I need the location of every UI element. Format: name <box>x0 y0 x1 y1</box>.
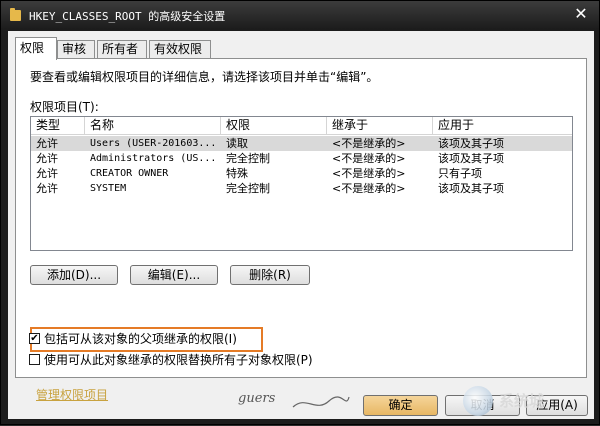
signature-mark: guers <box>238 391 276 406</box>
cell-applies-to: 该项及其子项 <box>438 137 504 150</box>
folder-icon <box>10 8 21 21</box>
watermark-text: 系统城 <box>499 392 545 410</box>
tab-panel: 要查看或编辑权限项目的详细信息，请选择该项目并单击“编辑”。 权限项目(T): … <box>15 58 587 402</box>
table-row[interactable]: 允许 Users (USER-201603... 读取 <不是继承的> 该项及其… <box>31 136 572 151</box>
cell-type: 允许 <box>36 137 58 150</box>
cell-type: 允许 <box>36 167 58 180</box>
instruction-text: 要查看或编辑权限项目的详细信息，请选择该项目并单击“编辑”。 <box>30 70 379 84</box>
column-header-type[interactable]: 类型 <box>31 117 85 135</box>
cell-name: Administrators (US... <box>90 153 217 164</box>
permission-list-label: 权限项目(T): <box>30 100 99 114</box>
title-bar[interactable]: HKEY_CLASSES_ROOT 的高级安全设置 ✕ <box>1 1 600 31</box>
tab-owner[interactable]: 所有者 <box>97 40 147 59</box>
checkbox-unchecked[interactable] <box>29 354 40 365</box>
cell-inherited-from: <不是继承的> <box>332 152 406 165</box>
list-header: 类型 名称 权限 继承于 应用于 <box>31 117 572 135</box>
column-header-permission[interactable]: 权限 <box>221 117 327 135</box>
delete-button[interactable]: 删除(R) <box>230 265 310 285</box>
cell-applies-to: 该项及其子项 <box>438 152 504 165</box>
tab-permissions[interactable]: 权限 <box>15 37 57 60</box>
close-button[interactable]: ✕ <box>568 4 594 24</box>
ok-button[interactable]: 确定 <box>363 395 438 416</box>
column-header-applies-to[interactable]: 应用于 <box>433 117 572 135</box>
permission-entries-list[interactable]: 类型 名称 权限 继承于 应用于 允许 Users (USER-201603..… <box>30 116 573 251</box>
dialog-window: HKEY_CLASSES_ROOT 的高级安全设置 ✕ 权限 审核 所有者 有效… <box>0 0 600 425</box>
cell-applies-to: 只有子项 <box>438 167 482 180</box>
cell-type: 允许 <box>36 182 58 195</box>
column-header-inherited-from[interactable]: 继承于 <box>327 117 433 135</box>
table-row[interactable]: 允许 CREATOR OWNER 特殊 <不是继承的> 只有子项 <box>31 166 572 181</box>
table-row[interactable]: 允许 SYSTEM 完全控制 <不是继承的> 该项及其子项 <box>31 181 572 196</box>
tab-effective-permissions[interactable]: 有效权限 <box>149 40 211 59</box>
cell-name: CREATOR OWNER <box>90 168 169 179</box>
table-row[interactable]: 允许 Administrators (US... 完全控制 <不是继承的> 该项… <box>31 151 572 166</box>
window-title: HKEY_CLASSES_ROOT 的高级安全设置 <box>29 10 226 23</box>
cell-permission: 特殊 <box>226 167 248 180</box>
add-button[interactable]: 添加(D)... <box>30 265 118 285</box>
signature-swoosh <box>292 396 350 408</box>
cell-inherited-from: <不是继承的> <box>332 167 406 180</box>
cell-permission: 完全控制 <box>226 152 270 165</box>
checkbox-checked[interactable]: ✔ <box>29 333 40 344</box>
tab-auditing[interactable]: 审核 <box>57 40 95 59</box>
cell-permission: 读取 <box>226 137 248 150</box>
dialog-client-area: 权限 审核 所有者 有效权限 要查看或编辑权限项目的详细信息，请选择该项目并单击… <box>8 31 594 419</box>
watermark-globe-icon <box>463 386 493 416</box>
cell-name: Users (USER-201603... <box>90 138 217 149</box>
cell-applies-to: 该项及其子项 <box>438 182 504 195</box>
cell-type: 允许 <box>36 152 58 165</box>
watermark-logo: 系统城 <box>463 386 583 426</box>
edit-button[interactable]: 编辑(E)... <box>130 265 218 285</box>
cell-permission: 完全控制 <box>226 182 270 195</box>
cell-inherited-from: <不是继承的> <box>332 137 406 150</box>
cell-name: SYSTEM <box>90 183 127 194</box>
manage-permission-entries-link[interactable]: 管理权限项目 <box>36 386 108 403</box>
replace-child-permissions-label: 使用可从此对象继承的权限替换所有子对象权限(P) <box>44 353 313 367</box>
inherit-permissions-label: 包括可从该对象的父项继承的权限(I) <box>44 332 237 346</box>
column-header-name[interactable]: 名称 <box>85 117 221 135</box>
cell-inherited-from: <不是继承的> <box>332 182 406 195</box>
